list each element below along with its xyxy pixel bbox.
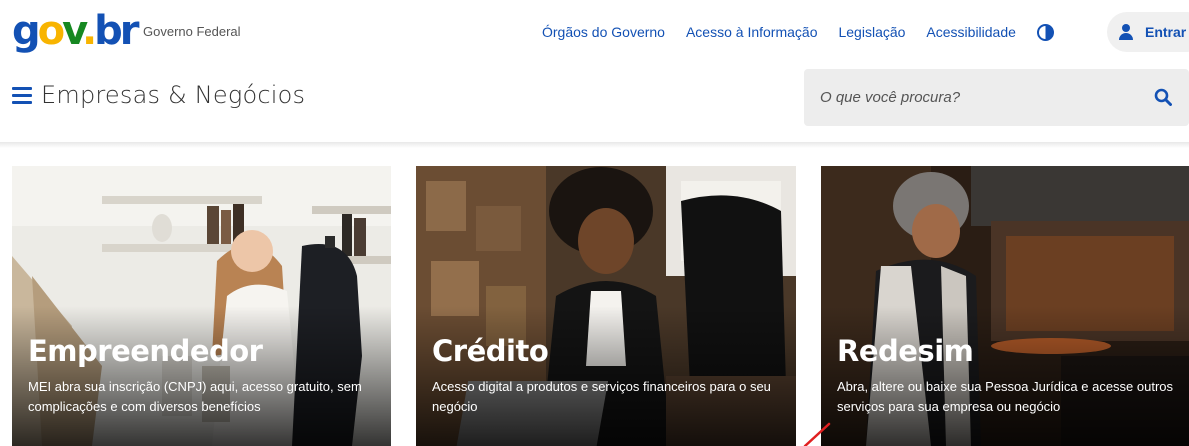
top-nav: Órgãos do Governo Acesso à Informação Le… <box>542 24 1037 40</box>
top-bar: gov.br Governo Federal Órgãos do Governo… <box>0 0 1189 66</box>
header-divider <box>0 142 1189 148</box>
link-legislacao[interactable]: Legislação <box>838 24 905 40</box>
card-redesim[interactable]: Redesim Abra, altere ou baixe sua Pessoa… <box>821 166 1189 446</box>
search-input[interactable] <box>820 69 1140 126</box>
menu-icon[interactable] <box>12 87 32 104</box>
card-title: Redesim <box>837 334 974 368</box>
contrast-icon[interactable] <box>1037 24 1054 41</box>
card-empreendedor[interactable]: Empreendedor MEI abra sua inscrição (CNP… <box>12 166 391 446</box>
site-title: Empresas & Negócios <box>41 81 306 109</box>
card-overlay <box>416 306 796 446</box>
annotation-arrow <box>803 422 831 446</box>
link-acesso-a-informacao[interactable]: Acesso à Informação <box>686 24 818 40</box>
card-description: Acesso digital a produtos e serviços fin… <box>432 379 771 414</box>
link-acessibilidade[interactable]: Acessibilidade <box>926 24 1016 40</box>
card-title: Crédito <box>432 334 549 368</box>
user-icon <box>1119 24 1133 40</box>
card-description: MEI abra sua inscrição (CNPJ) aqui, aces… <box>28 379 362 414</box>
card-description: Abra, altere ou baixe sua Pessoa Jurídic… <box>837 379 1174 414</box>
card-credito[interactable]: Crédito Acesso digital a produtos e serv… <box>416 166 796 446</box>
login-label: Entrar <box>1145 24 1187 40</box>
govbr-logo[interactable]: gov.br <box>12 9 139 53</box>
search-box <box>804 69 1189 126</box>
card-overlay <box>12 306 391 446</box>
search-icon[interactable] <box>1154 88 1172 106</box>
card-overlay <box>821 306 1189 446</box>
governo-federal-label: Governo Federal <box>143 24 241 39</box>
link-orgaos-do-governo[interactable]: Órgãos do Governo <box>542 24 665 40</box>
card-title: Empreendedor <box>28 334 263 368</box>
login-button[interactable]: Entrar <box>1107 12 1189 52</box>
